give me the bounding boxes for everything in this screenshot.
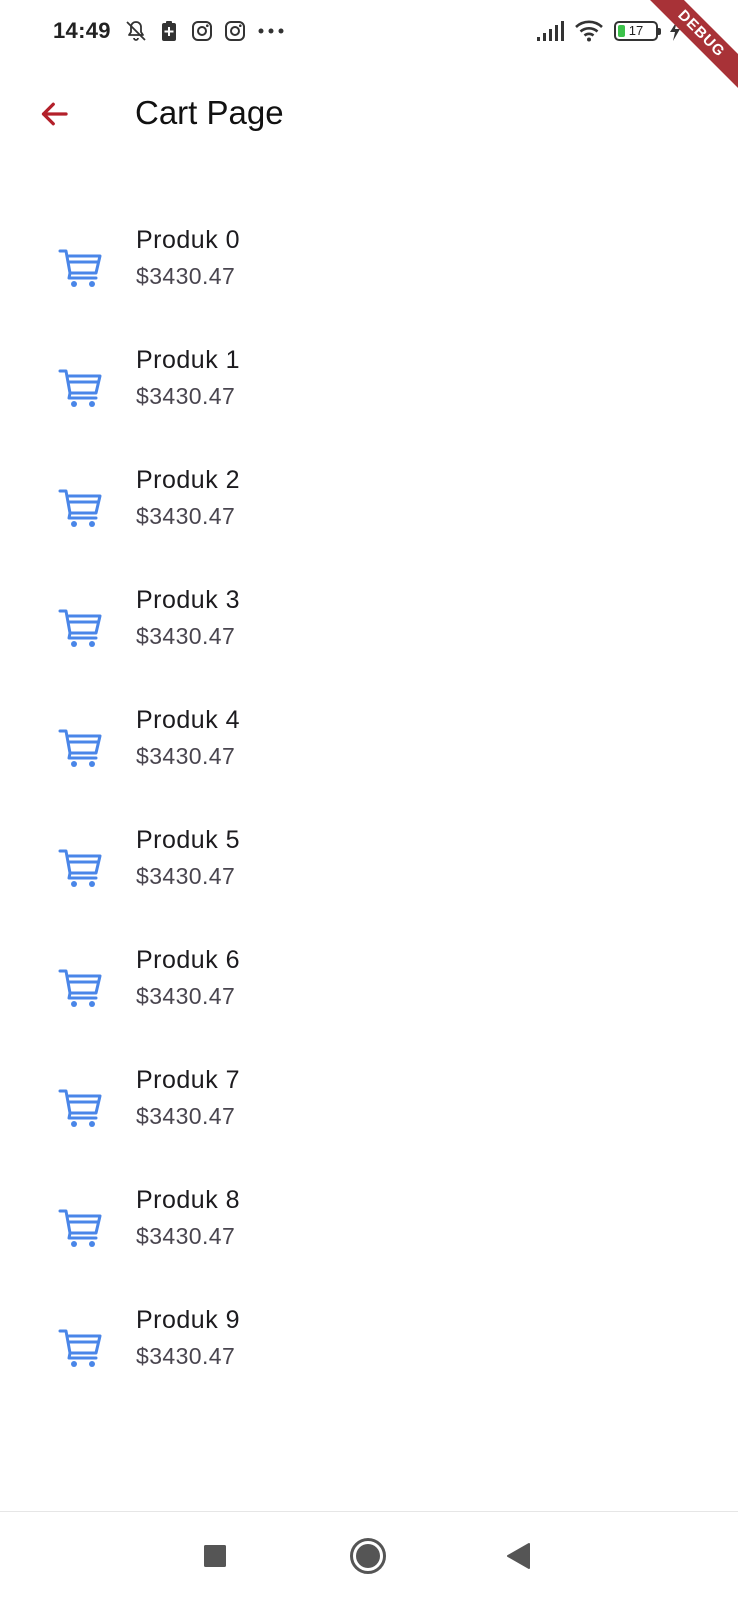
product-name: Produk 7 xyxy=(136,1066,241,1094)
product-name: Produk 5 xyxy=(136,826,241,854)
cart-list: Produk 0 $3430.47 Produk 1 $3430.47 Prod… xyxy=(0,205,738,1405)
product-price: $3430.47 xyxy=(136,263,236,289)
cart-item-text: Produk 4 $3430.47 xyxy=(136,705,240,770)
product-price: $3430.47 xyxy=(136,1103,236,1129)
wifi-icon xyxy=(575,20,603,42)
product-name: Produk 4 xyxy=(136,706,241,734)
product-price: $3430.47 xyxy=(136,743,236,769)
home-button[interactable] xyxy=(346,1534,390,1578)
shopping-cart-icon xyxy=(58,609,102,647)
cart-list-item[interactable]: Produk 5 $3430.47 xyxy=(0,805,738,925)
signal-icon xyxy=(537,21,564,41)
shopping-cart-icon xyxy=(58,369,102,407)
cart-list-item[interactable]: Produk 2 $3430.47 xyxy=(0,445,738,565)
cart-item-text: Produk 3 $3430.47 xyxy=(136,585,240,650)
shopping-cart-icon xyxy=(58,1209,102,1247)
product-name: Produk 8 xyxy=(136,1186,241,1214)
back-triangle-icon xyxy=(507,1543,530,1569)
product-price: $3430.47 xyxy=(136,1223,236,1249)
product-name: Produk 1 xyxy=(136,346,241,374)
arrow-back-icon xyxy=(41,102,68,126)
page-title: Cart Page xyxy=(135,94,284,131)
instagram-icon xyxy=(225,21,245,41)
more-icon xyxy=(258,28,284,34)
cart-item-text: Produk 0 $3430.47 xyxy=(136,225,240,290)
product-price: $3430.47 xyxy=(136,383,236,409)
cart-list-item[interactable]: Produk 0 $3430.47 xyxy=(0,205,738,325)
instagram-icon xyxy=(192,21,212,41)
battery-saver-icon xyxy=(162,21,176,41)
cart-list-item[interactable]: Produk 4 $3430.47 xyxy=(0,685,738,805)
cart-list-item[interactable]: Produk 9 $3430.47 xyxy=(0,1285,738,1405)
cart-item-text: Produk 9 $3430.47 xyxy=(136,1305,240,1370)
status-time: 14:49 xyxy=(53,18,111,43)
cart-item-text: Produk 1 $3430.47 xyxy=(136,345,240,410)
product-name: Produk 9 xyxy=(136,1306,241,1334)
recents-button[interactable] xyxy=(193,1534,237,1578)
cart-item-text: Produk 5 $3430.47 xyxy=(136,825,240,890)
cart-item-text: Produk 7 $3430.47 xyxy=(136,1065,240,1130)
back-button[interactable] xyxy=(30,90,78,138)
product-name: Produk 3 xyxy=(136,586,241,614)
cart-list-item[interactable]: Produk 6 $3430.47 xyxy=(0,925,738,1045)
product-price: $3430.47 xyxy=(136,623,236,649)
shopping-cart-icon xyxy=(58,1329,102,1367)
app-bar: Cart Page xyxy=(0,70,738,162)
cart-list-item[interactable]: Produk 1 $3430.47 xyxy=(0,325,738,445)
status-left-icons xyxy=(124,19,286,43)
product-name: Produk 0 xyxy=(136,226,241,254)
cart-item-text: Produk 2 $3430.47 xyxy=(136,465,240,530)
home-circle-icon xyxy=(350,1538,386,1574)
shopping-cart-icon xyxy=(58,849,102,887)
product-name: Produk 2 xyxy=(136,466,241,494)
shopping-cart-icon xyxy=(58,969,102,1007)
product-price: $3430.47 xyxy=(136,983,236,1009)
product-price: $3430.47 xyxy=(136,503,236,529)
battery-nub xyxy=(658,28,661,35)
cart-list-item[interactable]: Produk 3 $3430.47 xyxy=(0,565,738,685)
cart-list-item[interactable]: Produk 7 $3430.47 xyxy=(0,1045,738,1165)
cart-list-item[interactable]: Produk 8 $3430.47 xyxy=(0,1165,738,1285)
product-price: $3430.47 xyxy=(136,1343,236,1369)
status-bar: 14:49 17 DEBUG xyxy=(0,0,738,96)
nav-back-button[interactable] xyxy=(497,1534,541,1578)
system-nav-bar xyxy=(0,1511,738,1600)
shopping-cart-icon xyxy=(58,1089,102,1127)
status-right-icons: 17 xyxy=(536,19,682,43)
cart-item-text: Produk 8 $3430.47 xyxy=(136,1185,240,1250)
battery-level: 17 xyxy=(628,23,644,38)
product-name: Produk 6 xyxy=(136,946,241,974)
shopping-cart-icon xyxy=(58,729,102,767)
shopping-cart-icon xyxy=(58,489,102,527)
notifications-off-icon xyxy=(126,21,146,41)
shopping-cart-icon xyxy=(58,249,102,287)
product-price: $3430.47 xyxy=(136,863,236,889)
battery-icon: 17 xyxy=(614,21,661,41)
cart-item-text: Produk 6 $3430.47 xyxy=(136,945,240,1010)
recents-square-icon xyxy=(204,1545,226,1567)
